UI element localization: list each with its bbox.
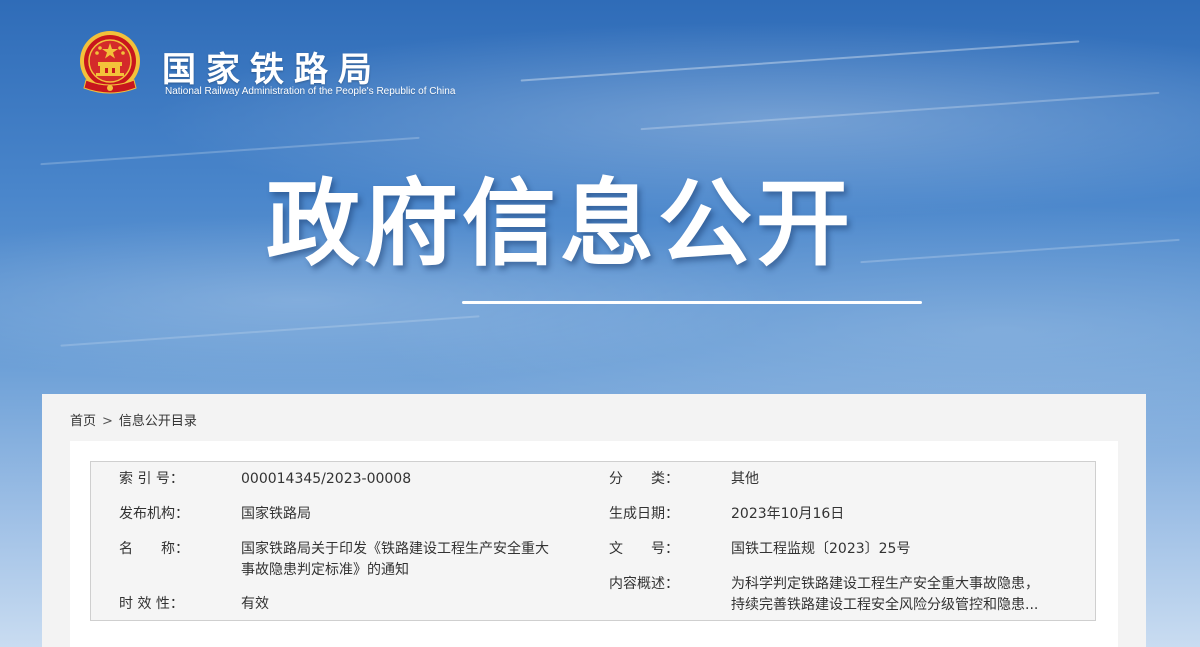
name-label: 名 称：	[119, 541, 189, 557]
info-row-date: 生成日期： 2023年10月16日	[609, 504, 1079, 526]
hero-title: 政府信息公开	[266, 170, 855, 279]
breadcrumb-home-link[interactable]: 首页	[70, 414, 96, 429]
cloud-streak	[640, 91, 1160, 131]
content-area: 首页 > 信息公开目录 索 引 号： 000014345/2023-00008 发布…	[42, 394, 1146, 647]
site-name[interactable]: 国家铁路局	[162, 42, 382, 91]
name-value-line1: 国家铁路局关于印发《铁路建设工程生产安全重大	[241, 541, 549, 557]
article-panel: 索 引 号： 000014345/2023-00008 发布机构： 国家铁路局 …	[70, 441, 1118, 647]
cloud-streak	[40, 136, 420, 166]
issuer-value: 国家铁路局	[241, 506, 311, 522]
info-row-name: 名 称： 国家铁路局关于印发《铁路建设工程生产安全重大 事故隐患判定标准》的通知	[119, 539, 599, 583]
info-row-doc-no: 文 号： 国铁工程监规〔2023〕25号	[609, 539, 1079, 561]
breadcrumb-separator: >	[102, 414, 113, 429]
summary-line2: 持续完善铁路建设工程安全风险分级管控和隐患...	[731, 597, 1039, 613]
category-label: 分 类：	[609, 471, 679, 487]
cloud-streak	[520, 40, 1080, 82]
cloud-streak	[60, 315, 480, 347]
info-row-index: 索 引 号： 000014345/2023-00008	[119, 469, 599, 491]
breadcrumb: 首页 > 信息公开目录	[70, 410, 197, 429]
info-row-validity: 时 效 性： 有效	[119, 594, 599, 616]
doc-no-value: 国铁工程监规〔2023〕25号	[731, 541, 911, 557]
index-value: 000014345/2023-00008	[241, 471, 412, 487]
summary-line1: 为科学判定铁路建设工程生产安全重大事故隐患，	[731, 576, 1039, 592]
issuer-label: 发布机构：	[119, 506, 189, 522]
info-row-summary: 内容概述： 为科学判定铁路建设工程生产安全重大事故隐患， 持续完善铁路建设工程安…	[609, 574, 1079, 618]
doc-no-label: 文 号：	[609, 541, 679, 557]
info-row-category: 分 类： 其他	[609, 469, 1079, 491]
category-value: 其他	[731, 471, 759, 487]
summary-label: 内容概述：	[609, 576, 679, 592]
index-label: 索 引 号：	[119, 471, 184, 487]
date-value: 2023年10月16日	[731, 506, 845, 522]
cloud-streak	[860, 238, 1180, 264]
site-name-english: National Railway Administration of the P…	[165, 86, 456, 97]
document-info-table: 索 引 号： 000014345/2023-00008 发布机构： 国家铁路局 …	[90, 461, 1096, 621]
name-value-line2: 事故隐患判定标准》的通知	[241, 562, 409, 578]
info-row-issuer: 发布机构： 国家铁路局	[119, 504, 599, 526]
date-label: 生成日期：	[609, 506, 679, 522]
validity-label: 时 效 性：	[119, 596, 184, 612]
breadcrumb-current-link[interactable]: 信息公开目录	[119, 414, 197, 429]
hero-underline	[462, 301, 922, 304]
validity-value: 有效	[241, 596, 269, 612]
national-emblem-icon[interactable]	[76, 28, 144, 98]
